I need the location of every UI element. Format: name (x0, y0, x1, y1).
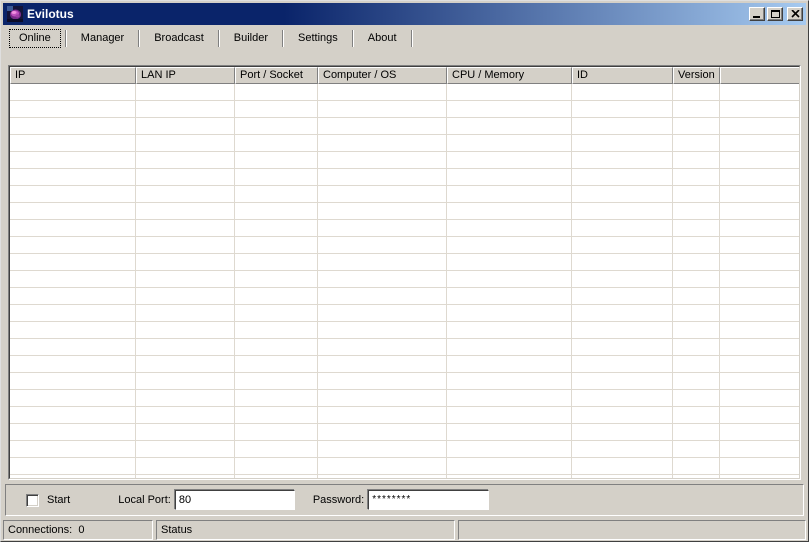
column-header-port-socket[interactable]: Port / Socket (235, 67, 318, 84)
lotus-icon (7, 6, 23, 22)
listview-header: IP LAN IP Port / Socket Computer / OS CP… (10, 67, 799, 84)
tab-builder[interactable]: Builder (224, 29, 278, 48)
minimize-icon (753, 16, 760, 18)
tab-settings[interactable]: Settings (288, 29, 348, 48)
start-checkbox[interactable] (26, 494, 39, 507)
toolbar-separator (218, 30, 220, 47)
status-text: Status (161, 524, 192, 536)
status-bar: Connections: 0 Status (1, 520, 808, 542)
grid-column (720, 84, 799, 478)
minimize-button[interactable] (749, 7, 765, 21)
tab-about[interactable]: About (358, 29, 407, 48)
toolbar-separator (138, 30, 140, 47)
listview-body[interactable] (10, 84, 799, 478)
app-icon[interactable] (7, 6, 23, 22)
tab-online[interactable]: Online (9, 29, 61, 48)
column-header-cpu-memory[interactable]: CPU / Memory (447, 67, 572, 84)
grid-column (10, 84, 136, 478)
toolbar-separator (352, 30, 354, 47)
connections-listview: IP LAN IP Port / Socket Computer / OS CP… (8, 65, 801, 480)
toolbar-separator (411, 30, 413, 47)
local-port-label: Local Port: (118, 494, 171, 506)
password-label: Password: (313, 494, 364, 506)
column-header-computer-os[interactable]: Computer / OS (318, 67, 447, 84)
grid-column (136, 84, 235, 478)
close-icon (791, 10, 800, 18)
toolbar-separator (282, 30, 284, 47)
grid-column (235, 84, 318, 478)
column-header-id[interactable]: ID (572, 67, 673, 84)
maximize-icon (771, 10, 780, 18)
column-header-lan-ip[interactable]: LAN IP (136, 67, 235, 84)
maximize-button[interactable] (767, 7, 783, 21)
toolbar: Online Manager Broadcast Builder Setting… (3, 27, 806, 49)
grid-column (447, 84, 572, 478)
start-checkbox-label: Start (47, 494, 70, 506)
column-header-ip[interactable]: IP (10, 67, 136, 84)
server-control-panel: Start Local Port: Password: (5, 484, 804, 516)
grid-column (673, 84, 720, 478)
local-port-input[interactable] (175, 490, 295, 510)
tab-broadcast[interactable]: Broadcast (144, 29, 214, 48)
app-window: Evilotus Online Manager Broadcast Builde… (0, 0, 809, 542)
column-header-filler (720, 67, 799, 84)
size-grip[interactable] (792, 526, 804, 538)
titlebar[interactable]: Evilotus (3, 3, 806, 25)
statusbar-filler-panel (458, 520, 806, 540)
tab-manager[interactable]: Manager (71, 29, 134, 48)
toolbar-separator (65, 30, 67, 47)
window-controls (749, 7, 803, 21)
grid-column (572, 84, 673, 478)
connections-count-panel: Connections: 0 (3, 520, 153, 540)
password-input[interactable] (368, 490, 489, 510)
status-panel: Status (156, 520, 455, 540)
window-title: Evilotus (27, 7, 749, 21)
grid-column (318, 84, 447, 478)
column-header-version[interactable]: Version (673, 67, 720, 84)
connections-count: Connections: 0 (8, 524, 84, 536)
close-button[interactable] (787, 7, 803, 21)
